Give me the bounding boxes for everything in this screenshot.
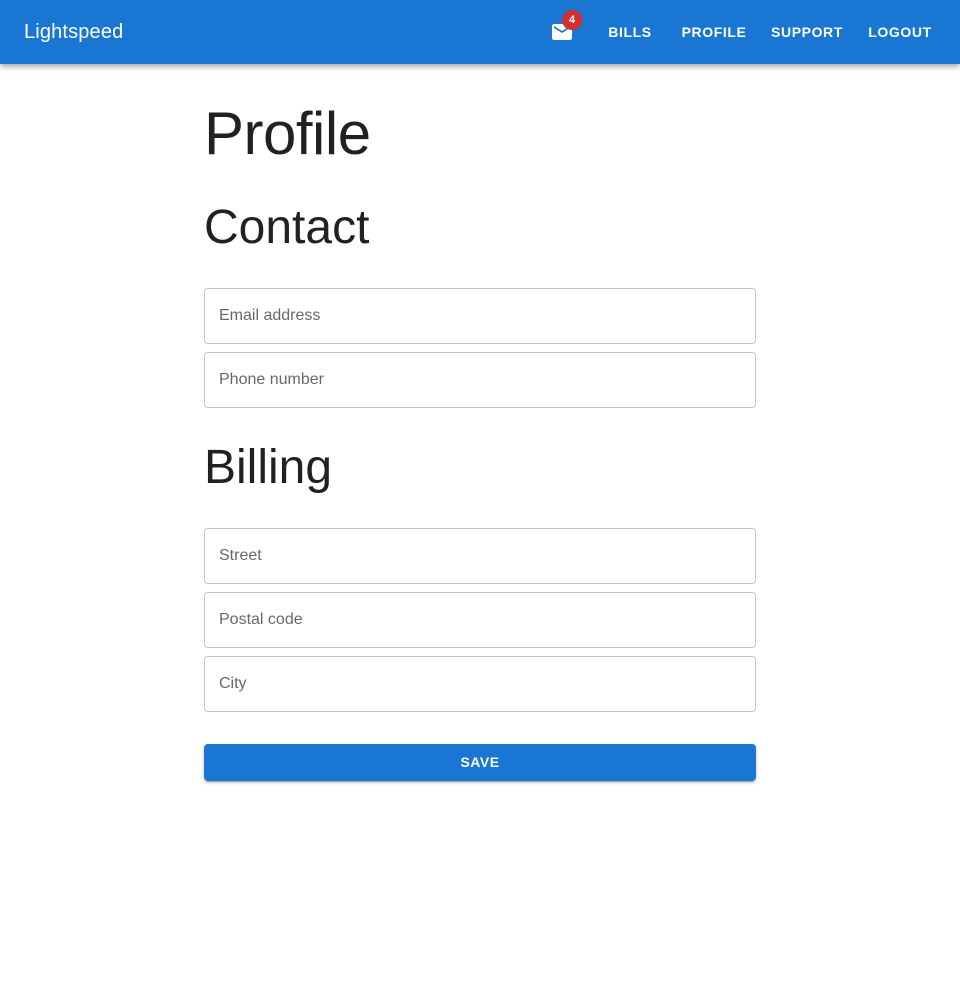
phone-input[interactable]	[205, 353, 755, 407]
unread-count-badge: 4	[562, 10, 582, 30]
postal-code-input[interactable]	[205, 593, 755, 647]
contact-section-title: Contact	[204, 201, 370, 254]
nav-support-link[interactable]: SUPPORT	[768, 14, 846, 50]
city-field[interactable]	[204, 656, 756, 712]
nav-bills-link[interactable]: BILLS	[602, 14, 658, 50]
phone-field[interactable]	[204, 352, 756, 408]
nav-logout-link[interactable]: LOGOUT	[864, 14, 936, 50]
billing-section-title: Billing	[204, 441, 333, 494]
email-input[interactable]	[205, 289, 755, 343]
nav-profile-link[interactable]: PROFILE	[678, 14, 750, 50]
city-input[interactable]	[205, 657, 755, 711]
page-title: Profile	[204, 100, 371, 167]
street-input[interactable]	[205, 529, 755, 583]
street-field[interactable]	[204, 528, 756, 584]
brand-title[interactable]: Lightspeed	[24, 19, 123, 45]
email-field[interactable]	[204, 288, 756, 344]
app-bar: Lightspeed 4 BILLS PROFILE SUPPORT LOGOU…	[0, 0, 960, 64]
messages-button[interactable]: 4	[538, 8, 586, 56]
postal-code-field[interactable]	[204, 592, 756, 648]
save-button[interactable]: SAVE	[204, 744, 756, 781]
